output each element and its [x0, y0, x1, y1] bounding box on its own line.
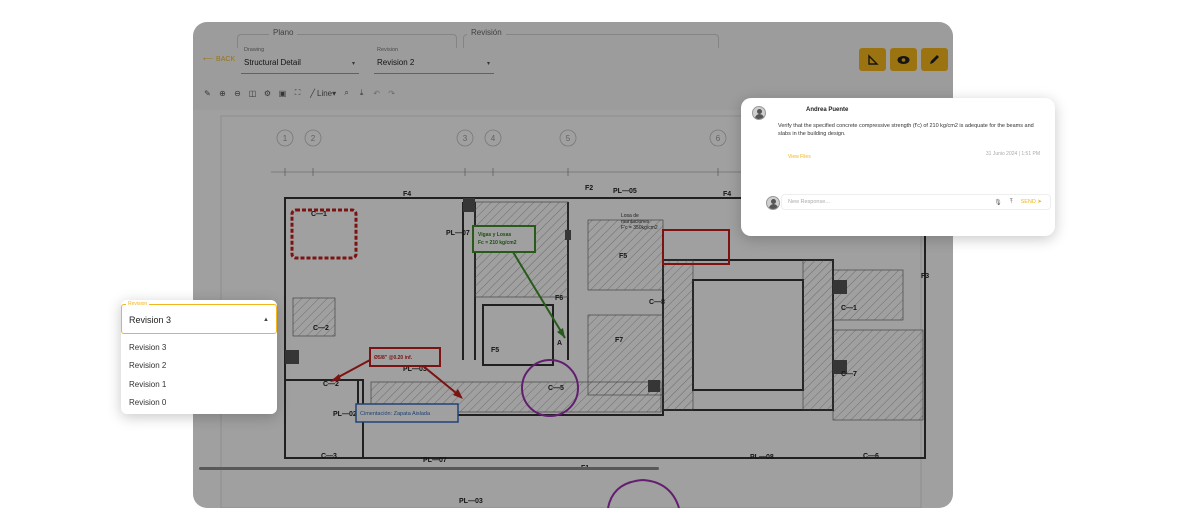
grid-number: 2: [311, 134, 316, 143]
avatar: [766, 196, 780, 210]
grid-number: 1: [283, 134, 288, 143]
grid-number: 3: [463, 134, 468, 143]
revision-dropdown-label: Revision: [126, 301, 150, 307]
label-f3: F3: [921, 273, 929, 280]
label-c6: C—6: [863, 453, 879, 460]
label-c5: C—5: [548, 385, 564, 392]
label-c1b: C—1: [841, 305, 857, 312]
comment-author: Andrea Puente: [806, 107, 849, 113]
line-tool-label: Line: [317, 88, 333, 98]
label-c7: C—7: [841, 371, 857, 378]
back-button[interactable]: ⟵ BACK: [203, 55, 236, 64]
revision-select-value: Revision 2: [377, 58, 415, 67]
revision-option[interactable]: Revision 2: [121, 357, 277, 376]
label-f6: F6: [555, 295, 563, 302]
comment-text: Verify that the specified concrete compr…: [778, 123, 1034, 137]
eye-icon: [897, 55, 910, 64]
drawing-select-value: Structural Detail: [244, 58, 301, 67]
measure-button[interactable]: [859, 48, 886, 71]
label-c1: C—1: [311, 211, 327, 218]
response-actions: 🎙 ⤒ SEND ➤: [994, 199, 1042, 206]
red-callout-text: Ø5/8" @0.20 inf.: [374, 355, 413, 361]
revision-option[interactable]: Revision 0: [121, 394, 277, 413]
horizontal-scrollbar[interactable]: [199, 467, 659, 470]
settings-icon[interactable]: ⚙: [263, 89, 272, 98]
download-icon[interactable]: ⤓: [357, 88, 366, 98]
drawing-viewer: Plano Revisión ⟵ BACK Drawing Structural…: [193, 22, 953, 508]
revision-option[interactable]: Revision 3: [121, 338, 277, 357]
label-c8: C—8: [649, 299, 665, 306]
revision-dropdown: Revision Revision 3 ▲ Revision 3 Revisio…: [121, 300, 277, 414]
view-files-link[interactable]: View Files: [788, 154, 811, 160]
send-icon: ➤: [1037, 199, 1042, 205]
zoom-out-icon[interactable]: ⊖: [233, 89, 242, 98]
revision-select[interactable]: Revision Revision 2 ▾: [374, 44, 494, 74]
visibility-button[interactable]: [890, 48, 917, 71]
blue-callout-text: Cimentación: Zapata Aislada: [360, 411, 431, 417]
send-button[interactable]: SEND ➤: [1021, 199, 1042, 206]
label-c2b: C—2: [323, 381, 339, 388]
upload-icon[interactable]: ⤒: [1010, 199, 1013, 206]
grid-number: 5: [566, 134, 571, 143]
edit-button[interactable]: [921, 48, 948, 71]
undo-icon[interactable]: ↶: [372, 89, 381, 98]
microphone-icon[interactable]: 🎙: [994, 199, 1002, 206]
fit-screen-icon[interactable]: ⛶: [293, 88, 302, 98]
blue-callout[interactable]: Cimentación: Zapata Aislada: [355, 403, 459, 423]
search-icon[interactable]: ⌕: [342, 88, 351, 98]
label-f5b: F5: [491, 347, 499, 354]
label-c3: C—3: [321, 453, 337, 460]
compare-icon[interactable]: ◫: [248, 89, 257, 98]
drawing-toolbar: ✎ ⊕ ⊖ ◫ ⚙ ▣ ⛶ ╱ Line ▾ ⌕ ⤓ ↶ ↷: [203, 86, 396, 100]
grid-number: 4: [491, 134, 496, 143]
ruler-icon: [867, 53, 879, 65]
back-label: BACK: [216, 55, 236, 63]
send-label: SEND: [1020, 199, 1036, 205]
label-f2: F2: [585, 185, 593, 192]
redo-icon[interactable]: ↷: [387, 89, 396, 98]
label-f4b: F4: [723, 191, 731, 198]
label-c2: C—2: [313, 325, 329, 332]
label-pl03b: PL—03: [459, 498, 483, 505]
label-f4: F4: [403, 191, 411, 198]
chevron-down-icon: ▾: [486, 61, 490, 67]
revision-options: Revision 3 Revision 2 Revision 1 Revisio…: [121, 338, 277, 412]
label-f7: F7: [615, 337, 623, 344]
label-a: A: [557, 340, 562, 347]
label-pl07: PL—07: [446, 230, 470, 237]
label-pl08: PL—08: [750, 454, 774, 461]
image-icon[interactable]: ▣: [278, 89, 287, 98]
drawing-select[interactable]: Drawing Structural Detail ▾: [241, 44, 359, 74]
revision-option[interactable]: Revision 1: [121, 375, 277, 394]
label-f5: F5: [619, 253, 627, 260]
revision-group-label: Revisión: [467, 28, 506, 37]
chevron-up-icon: ▲: [263, 317, 269, 323]
arrow-left-icon: ⟵: [203, 56, 214, 63]
line-tool[interactable]: ╱ Line ▾: [308, 89, 336, 98]
pencil-icon: [930, 55, 939, 64]
plano-group-label: Plano: [269, 28, 298, 37]
revision-dropdown-value: Revision 3: [129, 315, 172, 325]
revision-select-label: Revision: [377, 47, 399, 53]
green-callout-line-2: Fc = 210 kg/cm2: [478, 240, 517, 246]
note-losa-3: F'c = 350kg/cm2: [621, 225, 658, 231]
label-pl07b: PL—07: [423, 457, 447, 464]
avatar: [752, 106, 766, 120]
chevron-down-icon: ▾: [351, 61, 355, 67]
zoom-in-icon[interactable]: ⊕: [218, 89, 227, 98]
comment-timestamp: 31 Junio 2024 | 1:51 PM: [985, 151, 1040, 157]
comment-popup: Andrea Puente Verify that the specified …: [741, 98, 1055, 236]
response-placeholder: New Response...: [788, 199, 830, 205]
pen-icon[interactable]: ✎: [203, 89, 212, 98]
label-pl02: PL—02: [333, 411, 357, 418]
grid-number: 6: [716, 134, 721, 143]
label-pl05: PL—05: [613, 188, 637, 195]
line-icon: ╱: [310, 88, 315, 98]
drawing-select-label: Drawing: [244, 47, 265, 53]
green-callout-line-1: Vigas y Losas: [478, 232, 511, 238]
revision-dropdown-field[interactable]: Revision Revision 3 ▲: [121, 301, 277, 334]
response-input[interactable]: New Response... 🎙 ⤒ SEND ➤: [781, 194, 1051, 210]
